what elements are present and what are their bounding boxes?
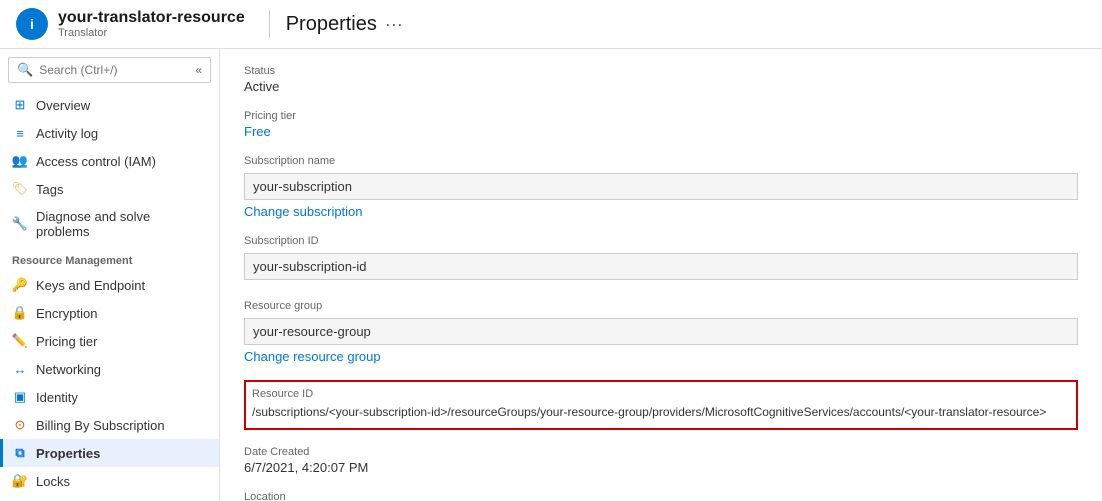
sidebar-item-locks[interactable]: 🔐 Locks [0,467,219,495]
date-created-value: 6/7/2021, 4:20:07 PM [244,460,1078,475]
sidebar-item-billing[interactable]: ⊙ Billing By Subscription [0,411,219,439]
date-created-label: Date Created [244,446,1078,458]
sidebar-item-diagnose[interactable]: 🔧 Diagnose and solve problems [0,203,219,245]
main-layout: 🔍 « ⊞ Overview ≡ Activity log 👥 Access c… [0,49,1102,501]
resource-id-value: /subscriptions/<your-subscription-id>/re… [252,402,1070,422]
overview-icon: ⊞ [12,97,28,113]
sidebar-item-diagnose-label: Diagnose and solve problems [36,209,207,239]
resource-management-label: Resource Management [0,245,219,271]
location-field: Location West US 2 [244,491,1078,501]
access-control-icon: 👥 [12,153,28,169]
properties-icon: ⧉ [12,445,28,461]
diagnose-icon: 🔧 [12,216,28,232]
sidebar-item-pricing-tier[interactable]: ✏️ Pricing tier [0,327,219,355]
top-header: i your-translator-resource Translator Pr… [0,0,1102,49]
header-title-block: your-translator-resource Translator [58,9,245,39]
identity-icon: ▣ [12,389,28,405]
sidebar-item-activity-log-label: Activity log [36,126,98,141]
change-resource-group-link[interactable]: Change resource group [244,349,1078,364]
sidebar-item-activity-log[interactable]: ≡ Activity log [0,119,219,147]
pricing-tier-icon: ✏️ [12,333,28,349]
sidebar-item-networking-label: Networking [36,362,101,377]
subscription-id-input[interactable] [244,253,1078,280]
status-label: Status [244,65,1078,77]
search-input[interactable] [39,63,189,77]
more-options-button[interactable]: ··· [385,14,403,35]
location-label: Location [244,491,1078,501]
resource-name: your-translator-resource [58,9,245,27]
sidebar: 🔍 « ⊞ Overview ≡ Activity log 👥 Access c… [0,49,220,501]
sidebar-item-overview-label: Overview [36,98,90,113]
sidebar-item-pricing-tier-label: Pricing tier [36,334,97,349]
sidebar-item-keys-endpoint-label: Keys and Endpoint [36,278,145,293]
collapse-button[interactable]: « [195,63,202,77]
status-value: Active [244,79,1078,94]
sidebar-item-encryption[interactable]: 🔒 Encryption [0,299,219,327]
sidebar-item-tags-label: Tags [36,182,63,197]
sidebar-item-properties-label: Properties [36,446,100,461]
sidebar-item-properties[interactable]: ⧉ Properties [0,439,219,467]
search-box[interactable]: 🔍 « [8,57,211,83]
sidebar-item-access-control-label: Access control (IAM) [36,154,156,169]
sidebar-item-access-control[interactable]: 👥 Access control (IAM) [0,147,219,175]
tags-icon: 🏷 [12,181,28,197]
resource-group-input[interactable] [244,318,1078,345]
sidebar-item-keys-endpoint[interactable]: 🔑 Keys and Endpoint [0,271,219,299]
encryption-icon: 🔒 [12,305,28,321]
sidebar-item-billing-label: Billing By Subscription [36,418,165,433]
resource-id-label: Resource ID [252,388,1070,400]
subscription-id-field: Subscription ID [244,235,1078,284]
networking-icon: ↔ [12,361,28,377]
keys-endpoint-icon: 🔑 [12,277,28,293]
resource-id-section: Resource ID /subscriptions/<your-subscri… [244,380,1078,430]
subscription-name-input[interactable] [244,173,1078,200]
pricing-value[interactable]: Free [244,124,1078,139]
subscription-name-field: Subscription name Change subscription [244,155,1078,219]
content-area: Status Active Pricing tier Free Subscrip… [220,49,1102,501]
change-subscription-link[interactable]: Change subscription [244,204,1078,219]
pricing-field: Pricing tier Free [244,110,1078,139]
page-title: Properties [286,13,377,36]
resource-id-field: Resource ID /subscriptions/<your-subscri… [244,380,1078,430]
header-divider [269,10,270,38]
subscription-name-label: Subscription name [244,155,1078,167]
subscription-id-label: Subscription ID [244,235,1078,247]
billing-icon: ⊙ [12,417,28,433]
search-icon: 🔍 [17,62,33,78]
resource-group-field: Resource group Change resource group [244,300,1078,364]
sidebar-item-locks-label: Locks [36,474,70,489]
sidebar-item-overview[interactable]: ⊞ Overview [0,91,219,119]
resource-icon: i [16,8,48,40]
activity-log-icon: ≡ [12,125,28,141]
date-created-field: Date Created 6/7/2021, 4:20:07 PM [244,446,1078,475]
sidebar-item-networking[interactable]: ↔ Networking [0,355,219,383]
sidebar-item-identity-label: Identity [36,390,78,405]
sidebar-item-identity[interactable]: ▣ Identity [0,383,219,411]
resource-type: Translator [58,27,245,39]
resource-group-label: Resource group [244,300,1078,312]
sidebar-item-encryption-label: Encryption [36,306,97,321]
pricing-label: Pricing tier [244,110,1078,122]
sidebar-item-tags[interactable]: 🏷 Tags [0,175,219,203]
locks-icon: 🔐 [12,473,28,489]
status-field: Status Active [244,65,1078,94]
